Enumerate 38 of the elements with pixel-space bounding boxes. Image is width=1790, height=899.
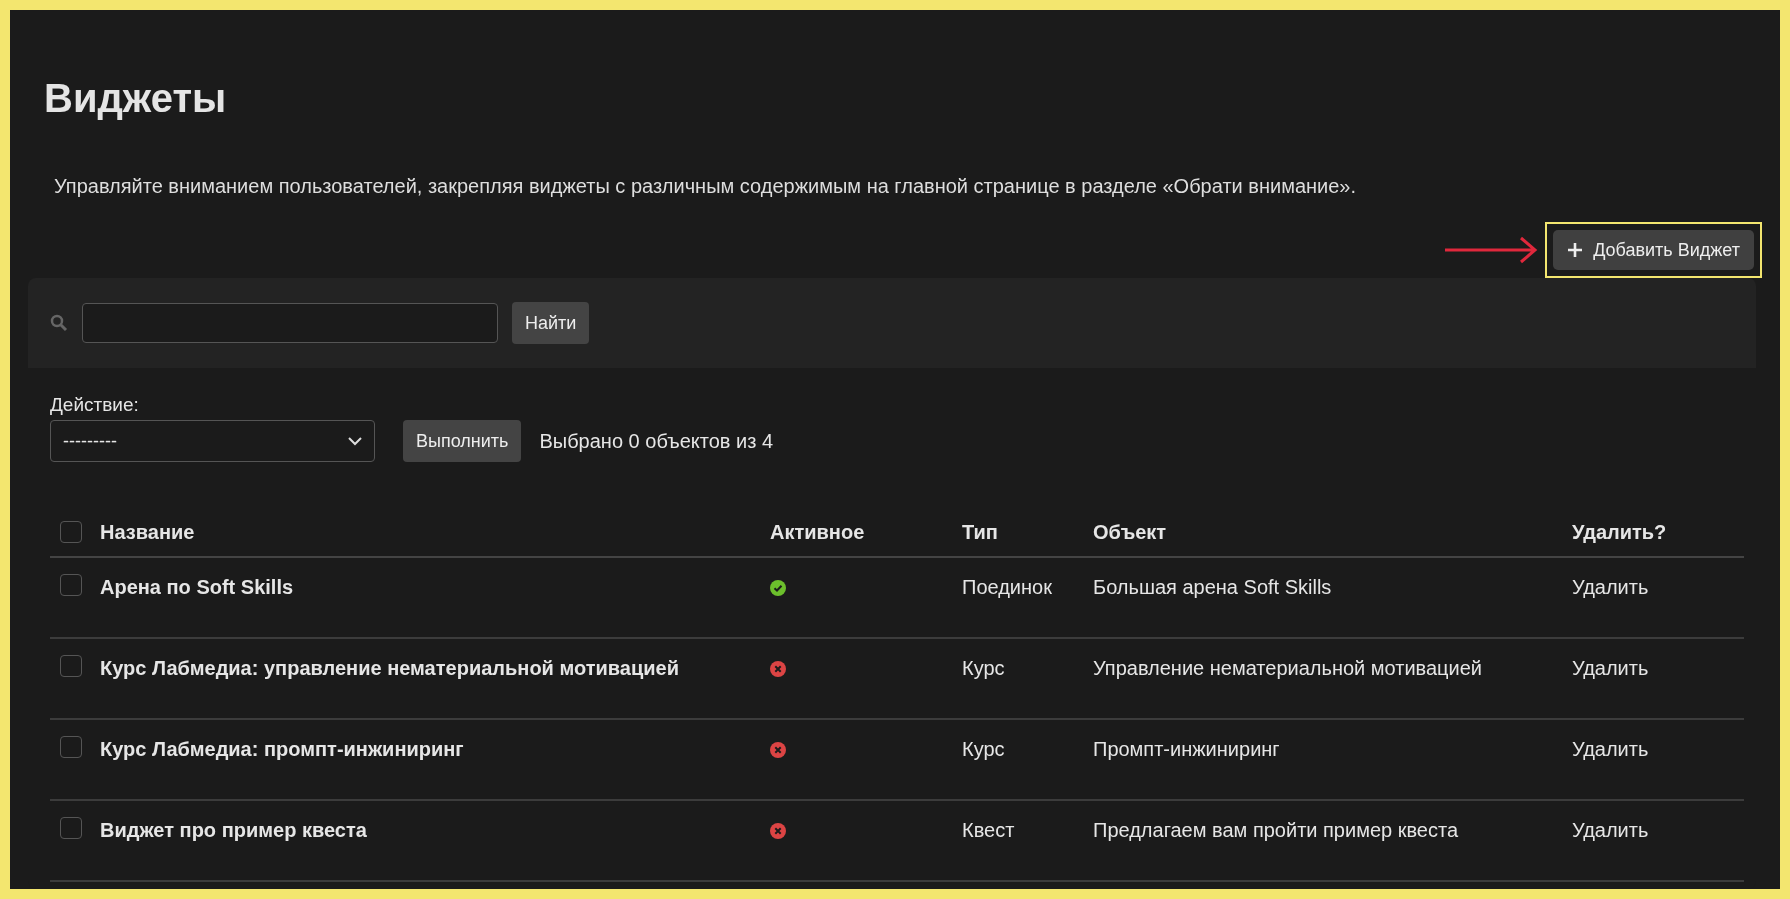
run-button[interactable]: Выполнить bbox=[403, 420, 522, 462]
table-cell: Промпт-инжиниринг bbox=[1093, 738, 1280, 760]
search-field[interactable] bbox=[82, 303, 498, 343]
action-label: Действие: bbox=[50, 394, 140, 416]
row-checkbox[interactable] bbox=[60, 736, 82, 758]
widget-name: Арена по Soft Skills bbox=[100, 576, 294, 598]
chevron-down-icon bbox=[348, 436, 362, 446]
table-cell: Курс bbox=[962, 657, 1005, 679]
delete-link[interactable]: Удалить bbox=[1572, 819, 1649, 841]
row-checkbox[interactable] bbox=[60, 817, 82, 839]
column-header: Активное bbox=[770, 520, 865, 543]
add-widget-button[interactable]: Добавить Виджет bbox=[1553, 230, 1754, 270]
table-cell: Поединок bbox=[962, 576, 1052, 598]
widget-name: Курс Лабмедиа: управление нематериальной мотивацией bbox=[100, 657, 679, 679]
selection-info: Выбрано 0 объектов из 4 bbox=[539, 429, 774, 453]
search-icon bbox=[50, 314, 68, 332]
table-cell: Курс bbox=[962, 738, 1005, 760]
page-title: Виджеты bbox=[44, 76, 228, 121]
column-header: Объект bbox=[1093, 520, 1167, 543]
table-cell: Управление нематериальной мотивацией bbox=[1093, 657, 1482, 679]
column-header: Тип bbox=[962, 520, 998, 543]
table-cell: Квест bbox=[962, 819, 1015, 841]
delete-link[interactable]: Удалить bbox=[1572, 657, 1649, 679]
delete-link[interactable]: Удалить bbox=[1572, 576, 1649, 598]
table-cell: Большая арена Soft Skills bbox=[1093, 576, 1332, 598]
action-select[interactable]: --------- bbox=[50, 420, 375, 462]
widget-name: Курс Лабмедиа: промпт-инжиниринг bbox=[100, 738, 464, 760]
plus-icon bbox=[1567, 242, 1584, 258]
table-cell: Предлагаем вам пройти пример квеста bbox=[1093, 819, 1459, 841]
row-checkbox[interactable] bbox=[60, 574, 82, 596]
delete-link[interactable]: Удалить bbox=[1572, 738, 1649, 760]
row-checkbox[interactable] bbox=[60, 655, 82, 677]
column-header: Название bbox=[100, 520, 195, 543]
select-all-checkbox[interactable] bbox=[60, 521, 82, 543]
widget-name: Виджет про пример квеста bbox=[100, 819, 367, 841]
search-button[interactable]: Найти bbox=[512, 302, 590, 344]
column-header: Удалить? bbox=[1572, 520, 1667, 543]
page-description: Управляйте вниманием пользователей, закрепляя виджеты с различным содержимым на главной странице в разделе «Обрати внимание». bbox=[54, 175, 1358, 198]
